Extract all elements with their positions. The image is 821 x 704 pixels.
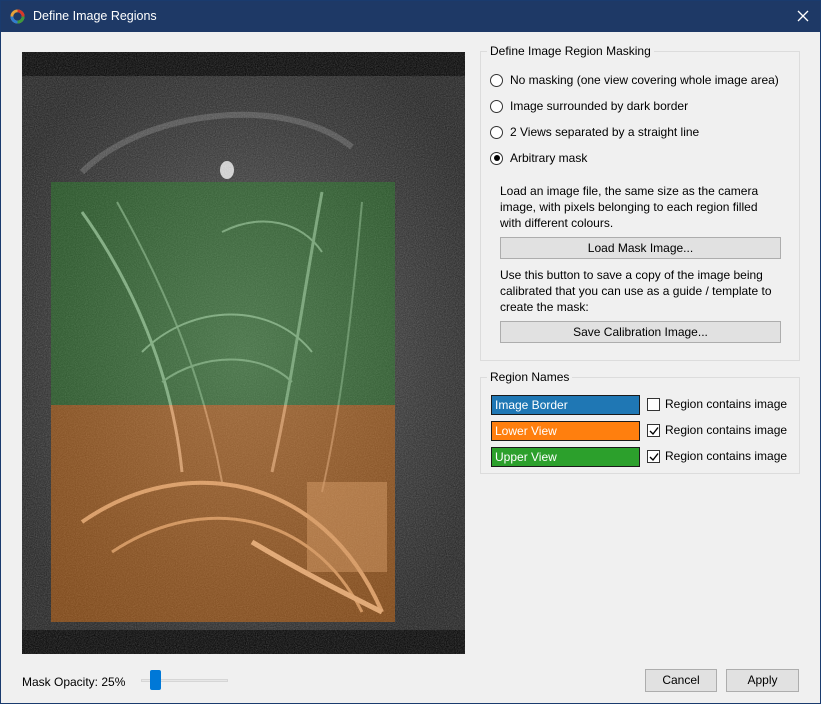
save-image-description: Use this button to save a copy of the im… bbox=[500, 268, 772, 314]
checkmark-icon bbox=[649, 427, 659, 436]
radio-no-masking[interactable]: No masking (one view covering whole imag… bbox=[490, 72, 779, 88]
app-icon bbox=[10, 9, 25, 24]
mask-opacity-label: Mask Opacity: 25% bbox=[22, 675, 126, 689]
window-title: Define Image Regions bbox=[33, 9, 157, 23]
region-checkbox-label: Region contains image bbox=[665, 449, 788, 463]
region-names-legend: Region Names bbox=[487, 370, 573, 384]
region-name-field[interactable]: Image Border bbox=[491, 395, 640, 415]
cancel-button[interactable]: Cancel bbox=[645, 669, 717, 692]
radio-circle[interactable] bbox=[490, 99, 503, 113]
masking-legend: Define Image Region Masking bbox=[487, 44, 654, 58]
region-checkbox-label: Region contains image bbox=[665, 397, 788, 411]
radio-two-views[interactable]: 2 Views separated by a straight line bbox=[490, 124, 699, 140]
radio-label: No masking (one view covering whole imag… bbox=[510, 73, 779, 87]
save-calibration-button[interactable]: Save Calibration Image... bbox=[500, 321, 781, 343]
masking-group: Define Image Region Masking No masking (… bbox=[480, 44, 800, 361]
radio-dark-border[interactable]: Image surrounded by dark border bbox=[490, 98, 688, 114]
image-preview[interactable] bbox=[22, 52, 465, 654]
apply-button[interactable]: Apply bbox=[726, 669, 799, 692]
region-names-group: Region Names Image Border Region contain… bbox=[480, 370, 800, 474]
radio-arbitrary-mask[interactable]: Arbitrary mask bbox=[490, 150, 587, 166]
close-button[interactable] bbox=[786, 1, 820, 32]
region-name-field[interactable]: Upper View bbox=[491, 447, 640, 467]
region-checkbox[interactable] bbox=[647, 450, 660, 463]
load-mask-description: Load an image file, the same size as the… bbox=[500, 184, 759, 230]
calibration-image bbox=[22, 76, 465, 630]
radio-circle[interactable] bbox=[490, 73, 503, 87]
region-name-field[interactable]: Lower View bbox=[491, 421, 640, 441]
close-icon bbox=[797, 10, 809, 22]
radio-circle[interactable] bbox=[490, 125, 503, 139]
radio-circle-selected[interactable] bbox=[490, 151, 503, 165]
region-checkbox[interactable] bbox=[647, 424, 660, 437]
radio-label: 2 Views separated by a straight line bbox=[510, 125, 700, 139]
region-checkbox[interactable] bbox=[647, 398, 660, 411]
load-mask-button[interactable]: Load Mask Image... bbox=[500, 237, 781, 259]
mask-opacity-slider-thumb[interactable] bbox=[150, 670, 161, 690]
radio-label: Arbitrary mask bbox=[510, 151, 588, 165]
region-checkbox-label: Region contains image bbox=[665, 423, 788, 437]
mask-lower-view bbox=[51, 405, 395, 622]
radio-label: Image surrounded by dark border bbox=[510, 99, 689, 113]
dialog-window: Define Image Regions Define Image Region… bbox=[0, 0, 821, 704]
mask-upper-view bbox=[51, 182, 395, 405]
checkmark-icon bbox=[649, 453, 659, 462]
title-bar[interactable]: Define Image Regions bbox=[1, 1, 820, 32]
